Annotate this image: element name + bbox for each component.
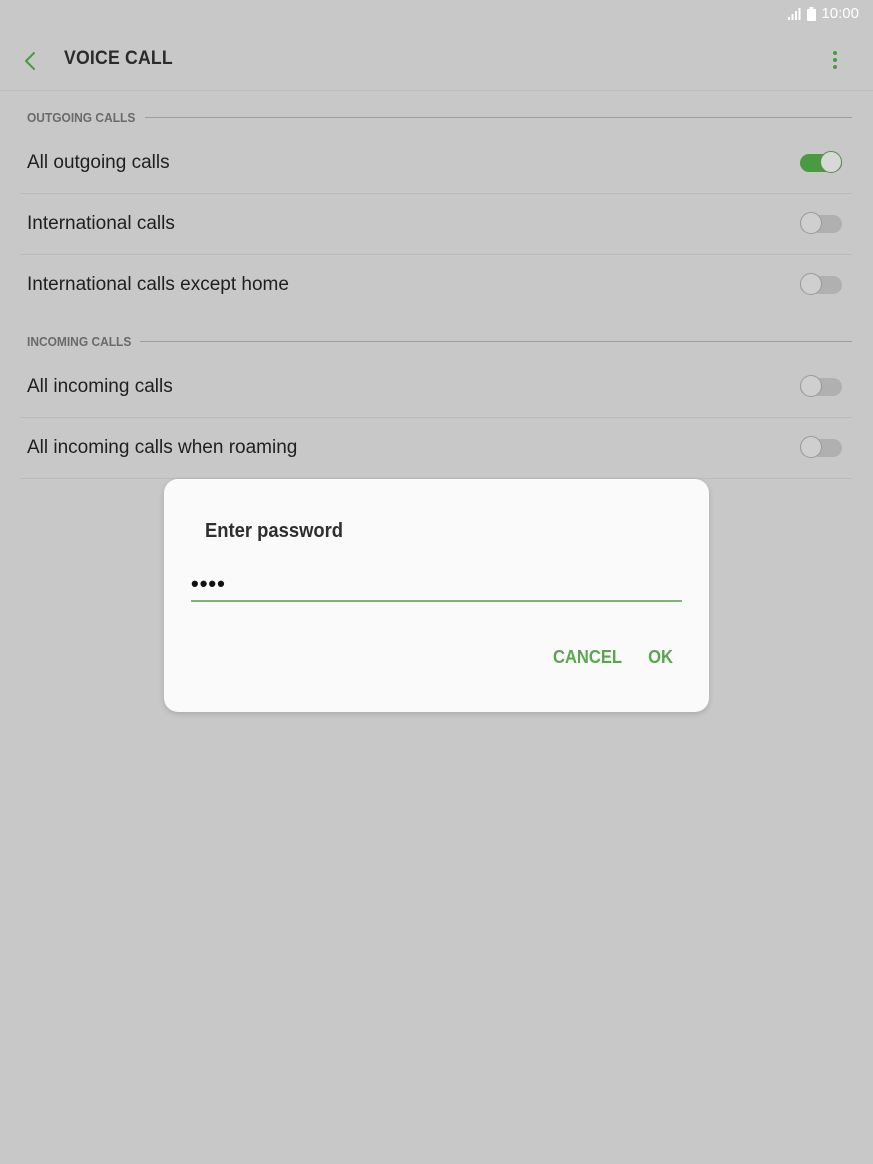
toggle-switch[interactable] bbox=[800, 436, 842, 460]
status-time: 10:00 bbox=[821, 5, 859, 22]
setting-label: International calls except home bbox=[27, 274, 289, 295]
switch-thumb bbox=[820, 151, 842, 173]
back-icon bbox=[25, 52, 35, 70]
setting-label: All incoming calls when roaming bbox=[27, 437, 298, 458]
signal-icon bbox=[788, 7, 801, 20]
status-icons: 10:00 bbox=[788, 5, 859, 22]
page-title: VOICE CALL bbox=[64, 48, 173, 69]
more-vert-icon bbox=[833, 51, 837, 69]
toggle-switch[interactable] bbox=[800, 273, 842, 297]
setting-row-incoming-roaming[interactable]: All incoming calls when roaming bbox=[20, 418, 852, 479]
toggle-switch[interactable] bbox=[800, 375, 842, 399]
section-header-outgoing: OUTGOING CALLS bbox=[27, 107, 852, 127]
setting-label: All incoming calls bbox=[27, 376, 173, 397]
setting-label: All outgoing calls bbox=[27, 152, 170, 173]
setting-row-international-except-home[interactable]: International calls except home bbox=[20, 255, 852, 315]
back-button[interactable] bbox=[18, 48, 44, 74]
cancel-button[interactable]: CANCEL bbox=[553, 647, 622, 668]
section-header-incoming: INCOMING CALLS bbox=[27, 331, 852, 351]
dialog-title: Enter password bbox=[205, 520, 344, 542]
section-divider bbox=[144, 116, 852, 118]
ok-button[interactable]: OK bbox=[648, 647, 673, 668]
toggle-switch[interactable] bbox=[800, 151, 842, 175]
toggle-switch[interactable] bbox=[800, 212, 842, 236]
setting-row-all-incoming[interactable]: All incoming calls bbox=[20, 357, 852, 418]
status-bar: 10:00 bbox=[0, 0, 873, 30]
switch-thumb bbox=[800, 375, 822, 397]
setting-row-international[interactable]: International calls bbox=[20, 194, 852, 255]
more-options-button[interactable] bbox=[825, 48, 845, 74]
switch-thumb bbox=[800, 273, 822, 295]
battery-icon bbox=[807, 6, 817, 21]
switch-thumb bbox=[800, 436, 822, 458]
setting-row-all-outgoing[interactable]: All outgoing calls bbox=[20, 133, 852, 194]
password-input[interactable] bbox=[191, 567, 682, 602]
section-title: OUTGOING CALLS bbox=[27, 109, 136, 125]
password-dialog: Enter password CANCEL OK bbox=[164, 479, 709, 712]
section-divider bbox=[140, 340, 852, 342]
switch-thumb bbox=[800, 212, 822, 234]
setting-label: International calls bbox=[27, 213, 175, 234]
section-title: INCOMING CALLS bbox=[27, 333, 132, 349]
app-bar: VOICE CALL bbox=[0, 30, 873, 91]
